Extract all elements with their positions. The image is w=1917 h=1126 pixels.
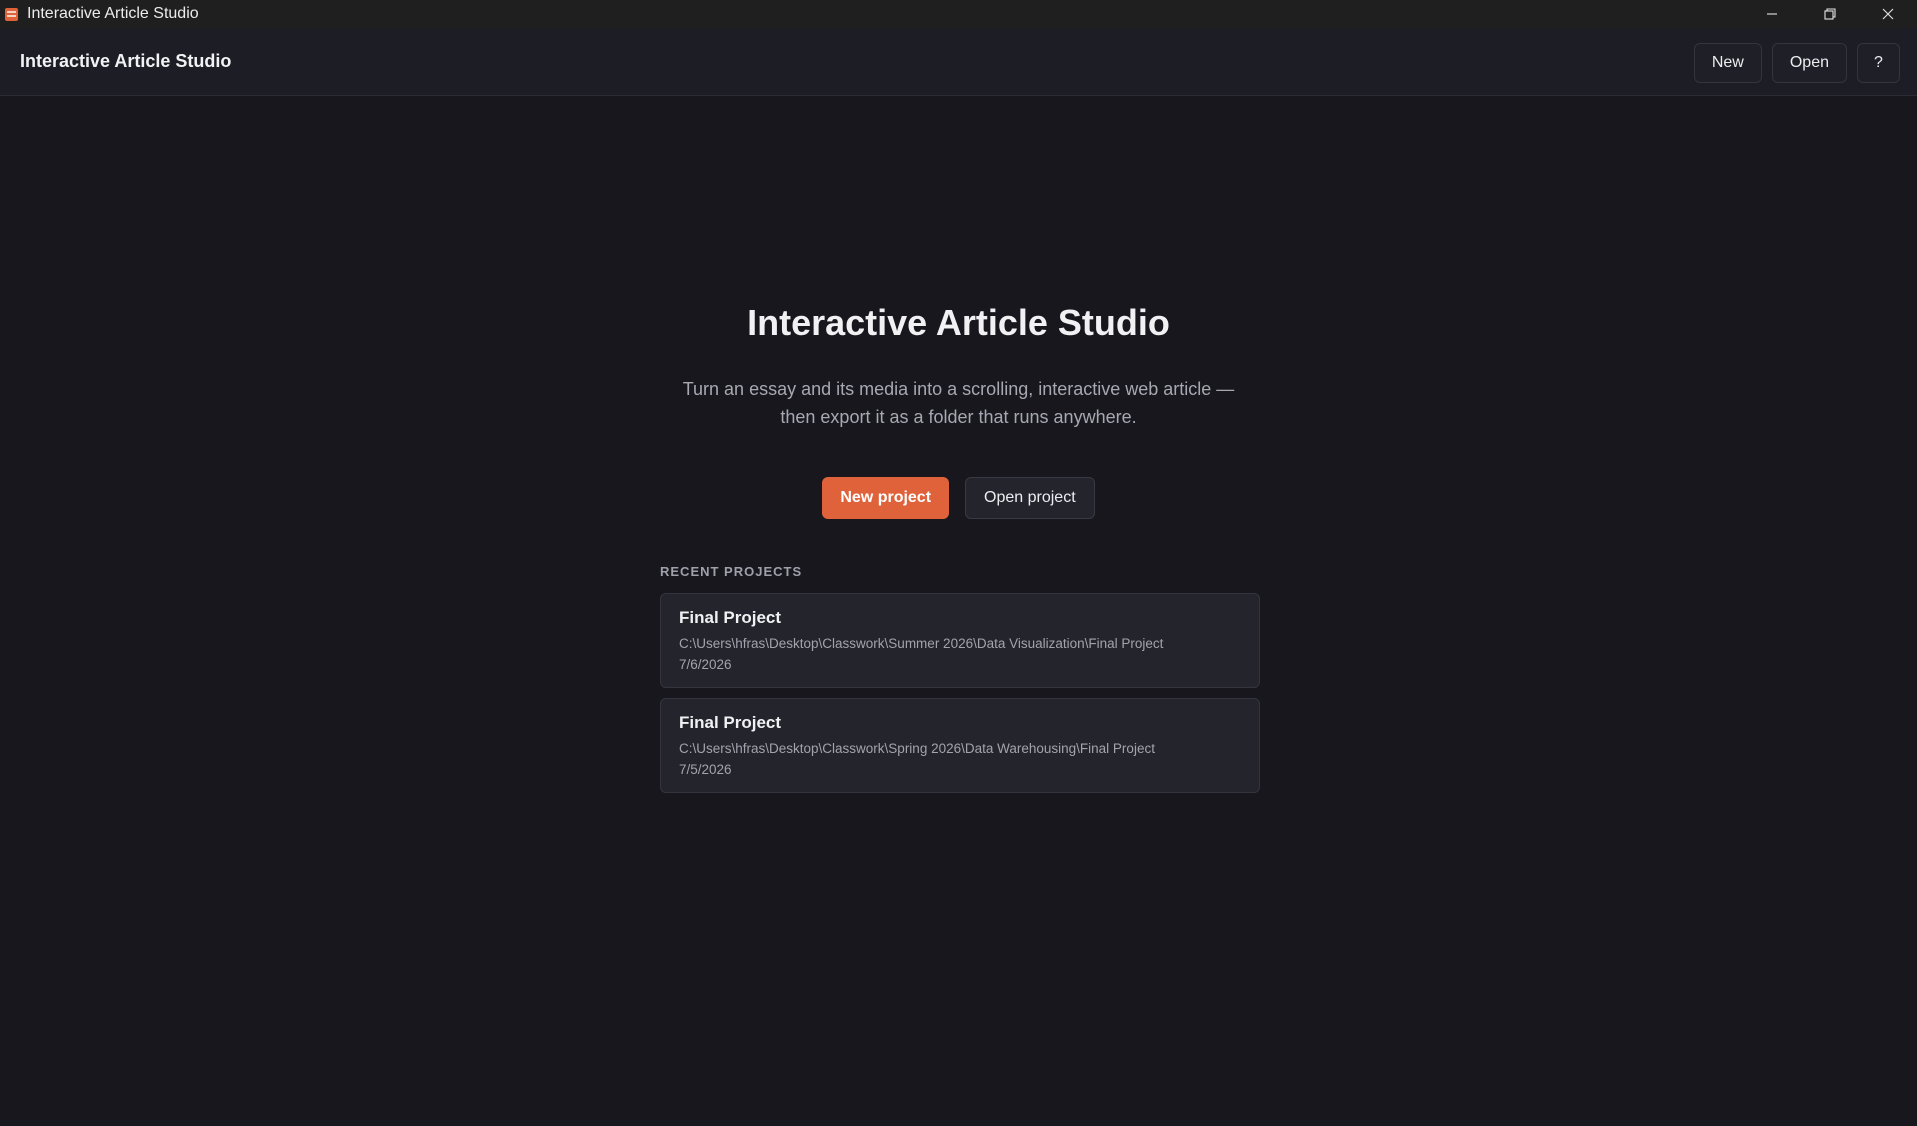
close-icon [1882,8,1894,20]
hero-subtitle: Turn an essay and its media into a scrol… [0,375,1917,431]
restore-button[interactable] [1801,0,1859,28]
app-header: Interactive Article Studio New Open ? [0,28,1917,96]
close-button[interactable] [1859,0,1917,28]
project-path: C:\Users\hfras\Desktop\Classwork\Spring … [679,741,1155,756]
main-content: Interactive Article Studio Turn an essay… [0,96,1917,1126]
recent-project-card[interactable]: Final Project C:\Users\hfras\Desktop\Cla… [660,698,1260,793]
project-name: Final Project [679,608,782,627]
new-project-button[interactable]: New project [822,477,950,519]
hero-subtitle-line2: then export it as a folder that runs any… [780,407,1137,427]
project-date: 7/5/2026 [679,762,732,777]
app-header-title: Interactive Article Studio [20,51,232,71]
minimize-icon [1767,13,1777,15]
window-title: Interactive Article Studio [27,5,199,22]
project-date: 7/6/2026 [679,657,732,672]
header-actions: New Open ? [1693,43,1900,83]
project-name: Final Project [679,713,782,732]
hero-subtitle-line1: Turn an essay and its media into a scrol… [682,379,1235,399]
open-project-button[interactable]: Open project [965,477,1095,519]
window-controls [1743,0,1917,28]
recent-projects: RECENT PROJECTS Final Project C:\Users\h… [660,564,1260,803]
app-icon [5,7,18,21]
project-path: C:\Users\hfras\Desktop\Classwork\Summer … [679,636,1164,651]
recent-projects-heading: RECENT PROJECTS [660,564,803,579]
header-open-button[interactable]: Open [1771,43,1847,83]
cta-row: New project Open project [0,477,1917,519]
restore-icon [1824,8,1836,20]
hero-title: Interactive Article Studio [747,302,1170,343]
minimize-button[interactable] [1743,0,1801,28]
help-button[interactable]: ? [1857,43,1900,83]
window-titlebar: Interactive Article Studio [0,0,1917,28]
recent-project-card[interactable]: Final Project C:\Users\hfras\Desktop\Cla… [660,593,1260,688]
header-new-button[interactable]: New [1693,43,1762,83]
